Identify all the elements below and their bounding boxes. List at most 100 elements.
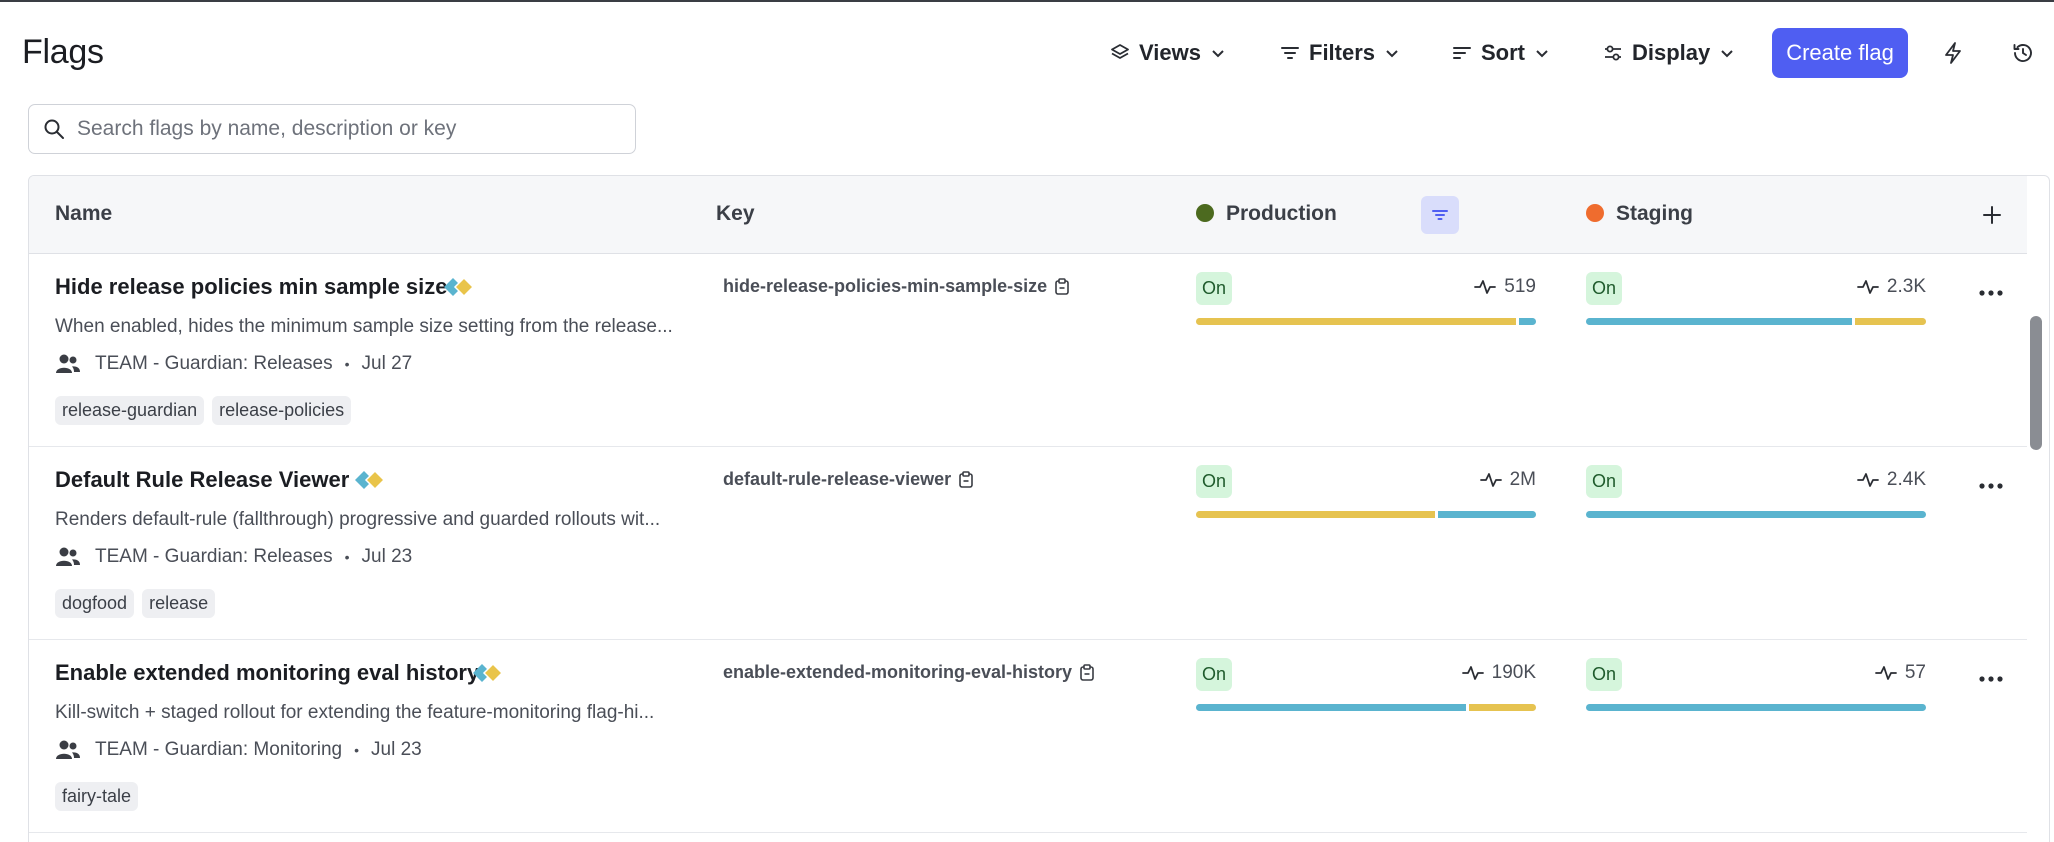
copy-key-button[interactable] (959, 471, 973, 488)
add-environment-button[interactable] (1975, 198, 2009, 232)
activity-icon (1874, 666, 1897, 680)
scrollbar-thumb[interactable] (2030, 316, 2042, 450)
status-badge[interactable]: On (1196, 272, 1233, 305)
flag-name[interactable]: Hide release policies min sample size (55, 274, 448, 300)
copy-key-button[interactable] (1055, 278, 1069, 295)
column-header-production[interactable]: Production (1196, 202, 1337, 226)
rollout-bar (1196, 704, 1536, 711)
status-badge[interactable]: On (1586, 465, 1623, 498)
plus-icon (1983, 206, 2001, 224)
evaluations[interactable]: 2.4K (1857, 469, 1926, 491)
status-badge[interactable]: On (1196, 465, 1233, 498)
rollout-segment-yellow (1196, 318, 1517, 325)
evaluations[interactable]: 2.3K (1857, 276, 1926, 298)
status-badge[interactable]: On (1586, 658, 1623, 691)
row-actions-button[interactable] (1973, 471, 2009, 501)
filters-label: Filters (1309, 40, 1376, 65)
status-badge[interactable]: On (1586, 272, 1623, 305)
rollout-segment-blue (1586, 511, 1926, 518)
column-header-name[interactable]: Name (55, 202, 112, 226)
flag-key-text: enable-extended-monitoring-eval-history (723, 662, 1073, 682)
activity-icon (1474, 280, 1497, 294)
row-actions-button[interactable] (1973, 278, 2009, 308)
history-button[interactable] (2006, 36, 2040, 70)
copy-key-button[interactable] (1080, 664, 1094, 681)
column-header-key[interactable]: Key (716, 202, 755, 226)
flag-meta: TEAM - Guardian: Releases • Jul 27 (55, 353, 412, 375)
views-label: Views (1139, 40, 1201, 65)
modified-date: Jul 23 (371, 739, 422, 760)
tag-list: release-guardian release-policies (55, 396, 352, 425)
chevron-down-icon (1721, 50, 1733, 58)
tag[interactable]: fairy-tale (55, 782, 139, 811)
table-row[interactable]: Hide release policies min sample size Wh… (29, 254, 2027, 447)
variations-icon (355, 469, 386, 491)
rollout-bar (1196, 511, 1536, 518)
more-icon (1979, 290, 2003, 296)
history-icon (2013, 44, 2032, 62)
tag[interactable]: release (142, 589, 216, 618)
flag-description: Kill-switch + staged rollout for extendi… (55, 702, 655, 723)
column-header-staging[interactable]: Staging (1586, 202, 1693, 226)
chevron-down-icon (1212, 50, 1224, 58)
flag-description: When enabled, hides the minimum sample s… (55, 316, 673, 337)
flag-name[interactable]: Default Rule Release Viewer (55, 467, 349, 493)
flag-key-text: hide-release-policies-min-sample-size (723, 276, 1048, 296)
copy-icon (959, 471, 973, 488)
evaluations[interactable]: 519 (1474, 276, 1536, 298)
tag[interactable]: dogfood (55, 589, 135, 618)
search-icon (44, 119, 64, 139)
rollout-segment-yellow (1855, 318, 1926, 325)
search-box[interactable] (28, 104, 636, 154)
evaluations[interactable]: 2M (1479, 469, 1536, 491)
evaluation-count: 57 (1904, 662, 1926, 683)
rollout-segment-blue (1196, 704, 1466, 711)
filter-icon (1432, 210, 1448, 220)
table-row[interactable]: Default Rule Release Viewer Renders defa… (29, 447, 2027, 640)
rollout-segment-yellow (1468, 704, 1536, 711)
rollout-segment-yellow (1196, 511, 1436, 518)
rollout-bar (1586, 318, 1926, 325)
staging-cell: On 2.4K (1586, 465, 1926, 518)
evaluation-count: 190K (1491, 662, 1536, 683)
sort-button[interactable]: Sort (1452, 28, 1550, 78)
staging-cell: On 2.3K (1586, 272, 1926, 325)
page-title: Flags (22, 33, 104, 71)
evaluations[interactable]: 57 (1874, 662, 1926, 684)
flag-meta: TEAM - Guardian: Releases • Jul 23 (55, 546, 412, 568)
evaluations[interactable]: 190K (1461, 662, 1536, 684)
production-cell: On 190K (1196, 658, 1536, 711)
copy-icon (1080, 664, 1094, 681)
more-icon (1979, 483, 2003, 489)
create-flag-button[interactable]: Create flag (1772, 28, 1908, 78)
rollout-segment-blue (1586, 704, 1926, 711)
views-button[interactable]: Views (1110, 28, 1226, 78)
flag-description: Renders default-rule (fallthrough) progr… (55, 509, 661, 530)
sliders-icon (1605, 45, 1621, 61)
activity-icon (1857, 473, 1879, 487)
tag[interactable]: release-policies (212, 396, 352, 425)
rollout-bar (1586, 511, 1926, 518)
team-name[interactable]: TEAM - Guardian: Monitoring (95, 739, 342, 761)
search-input[interactable] (77, 117, 617, 141)
activity-icon (1461, 666, 1484, 680)
filters-button[interactable]: Filters (1280, 28, 1400, 78)
tag-list: dogfood release (55, 589, 216, 618)
row-actions-button[interactable] (1973, 664, 2009, 694)
flag-name[interactable]: Enable extended monitoring eval history (55, 660, 479, 686)
production-env-dot (1196, 204, 1214, 222)
display-button[interactable]: Display (1603, 28, 1735, 78)
chevron-down-icon (1536, 50, 1548, 58)
activity-icon (1857, 280, 1879, 294)
table-row[interactable]: Enable extended monitoring eval history … (29, 640, 2027, 833)
flag-key: hide-release-policies-min-sample-size (723, 276, 1069, 297)
team-name[interactable]: TEAM - Guardian: Releases (95, 546, 333, 568)
production-cell: On 519 (1196, 272, 1536, 325)
team-name[interactable]: TEAM - Guardian: Releases (95, 353, 333, 375)
variations-icon (473, 662, 504, 684)
status-badge[interactable]: On (1196, 658, 1233, 691)
quickstart-button[interactable] (1936, 36, 1970, 70)
tag[interactable]: release-guardian (55, 396, 205, 425)
production-filter-button[interactable] (1421, 196, 1459, 234)
rollout-bar (1586, 704, 1926, 711)
